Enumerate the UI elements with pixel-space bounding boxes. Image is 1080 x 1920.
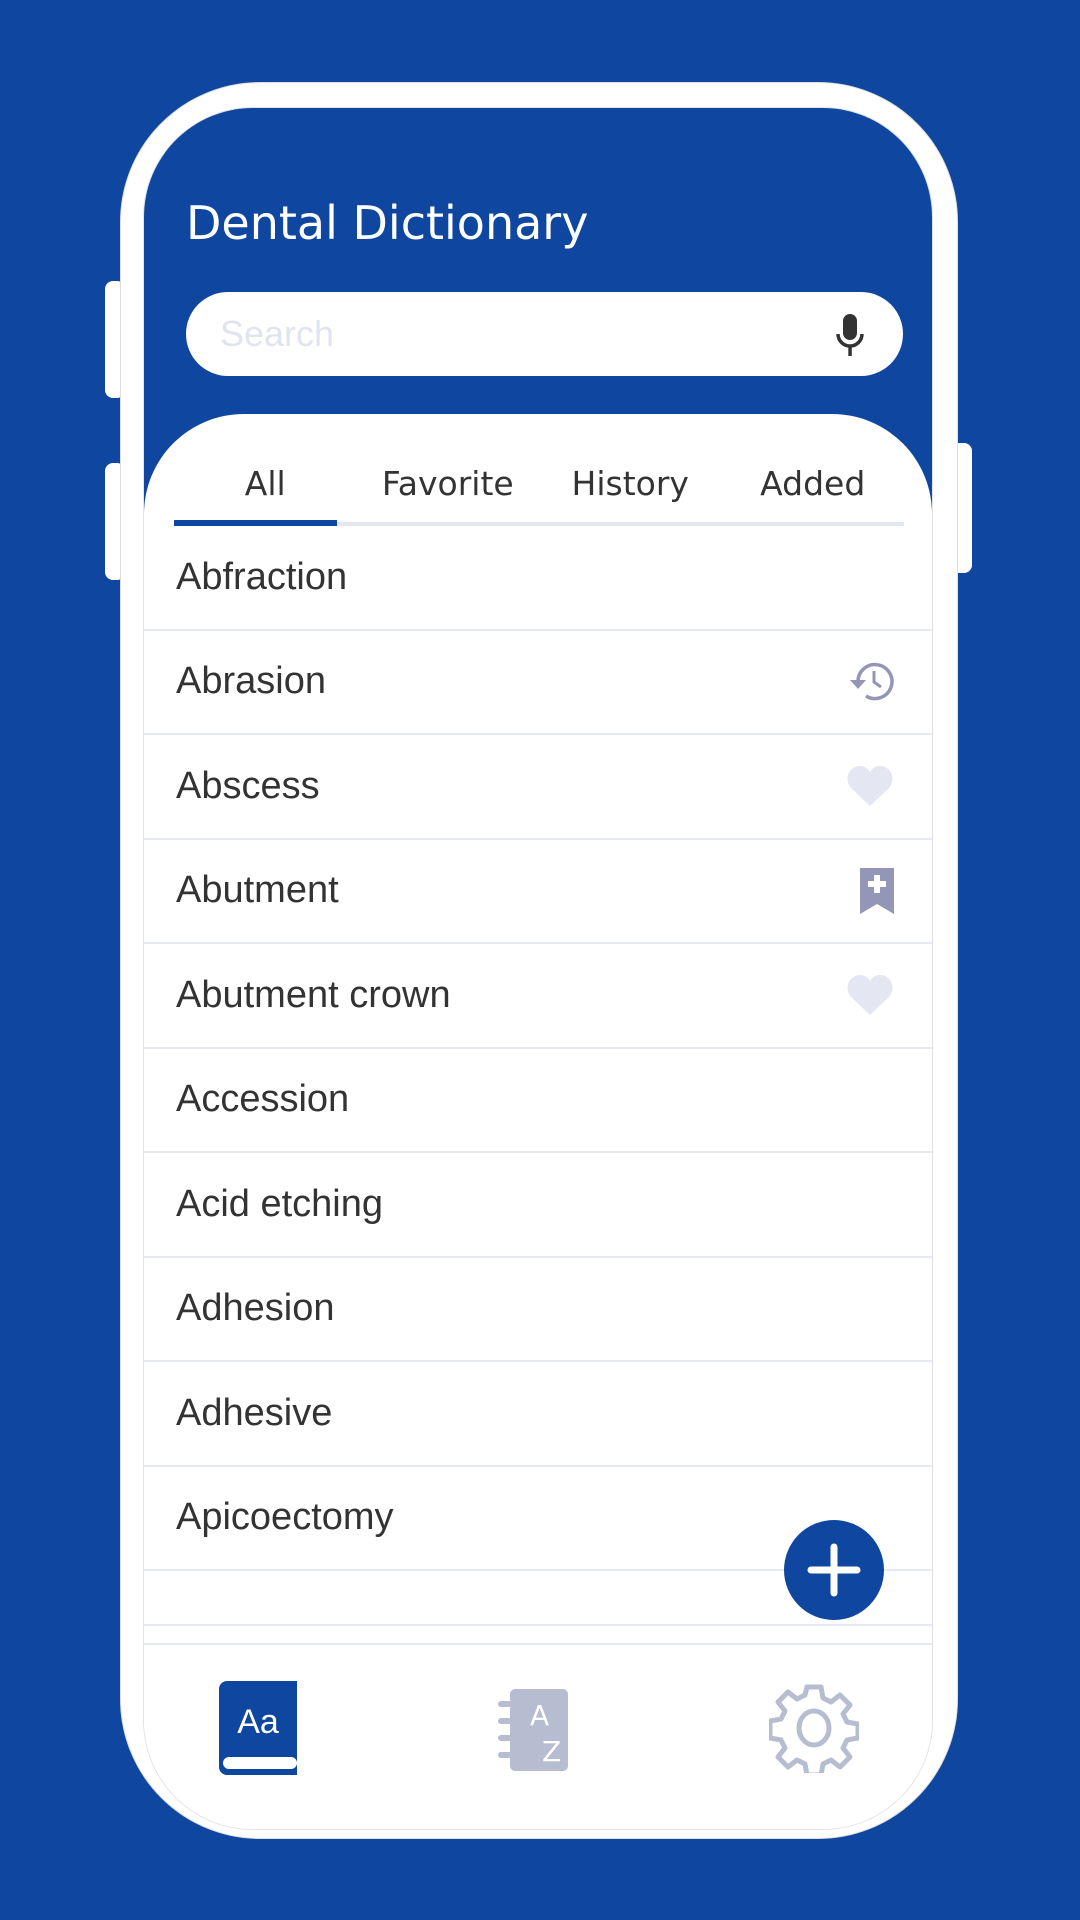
nav-a-z-index[interactable]: AZ [498,1689,568,1776]
tab-bar: All Favorite History Added [174,444,904,526]
microphone-icon[interactable] [835,314,865,358]
list-item[interactable]: Adhesive [144,1362,932,1467]
add-word-button[interactable] [784,1520,884,1620]
plus-icon [807,1543,861,1597]
word-term: Accession [176,1078,350,1121]
search-input[interactable] [220,292,800,376]
z-letter: Z [542,1735,561,1768]
word-term: Apicoectomy [176,1496,394,1539]
list-item[interactable]: Abutment [144,840,932,944]
nav-dictionary[interactable]: Aa [219,1681,297,1780]
list-item[interactable]: Abscess [144,735,932,840]
word-term: Abutment crown [176,973,451,1016]
a-z-index-icon: AZ [498,1689,568,1771]
history-icon[interactable] [848,661,894,703]
word-term: Abrasion [176,660,326,703]
tab-added[interactable]: Added [722,444,905,522]
word-term: Abscess [176,764,320,807]
search-bar [186,292,903,376]
app-screen: Dental Dictionary All Favorite History A… [143,107,933,1830]
list-item[interactable]: Abfraction [144,526,932,631]
dictionary-icon: Aa [219,1681,297,1775]
tab-favorite[interactable]: Favorite [357,444,540,522]
settings-icon [767,1684,861,1778]
tab-history[interactable]: History [539,444,722,522]
dictionary-icon-label: Aa [237,1703,279,1741]
bookmark-add-icon[interactable] [860,867,894,914]
list-item[interactable]: Acid etching [144,1153,932,1258]
list-item[interactable]: Adhesion [144,1258,932,1362]
word-term: Adhesion [176,1287,335,1330]
app-title: Dental Dictionary [186,196,589,250]
list-item[interactable]: Abrasion [144,631,932,735]
list-item[interactable]: Accession [144,1049,932,1153]
tab-all[interactable]: All [174,444,357,526]
word-term: Abfraction [176,555,348,598]
a-letter: A [530,1699,549,1732]
word-term: Adhesive [176,1391,333,1434]
bottom-nav: Aa AZ [144,1643,932,1829]
list-item[interactable]: Abutment crown [144,944,932,1049]
word-term: Abutment [176,869,339,912]
content-card: All Favorite History Added Abfraction Ab… [144,414,932,1829]
word-term: Acid etching [176,1182,384,1225]
heart-icon[interactable] [846,764,894,808]
word-list: Abfraction Abrasion Abscess Abutment Abu… [144,526,932,1626]
nav-settings[interactable] [767,1683,861,1778]
heart-icon[interactable] [846,973,894,1017]
